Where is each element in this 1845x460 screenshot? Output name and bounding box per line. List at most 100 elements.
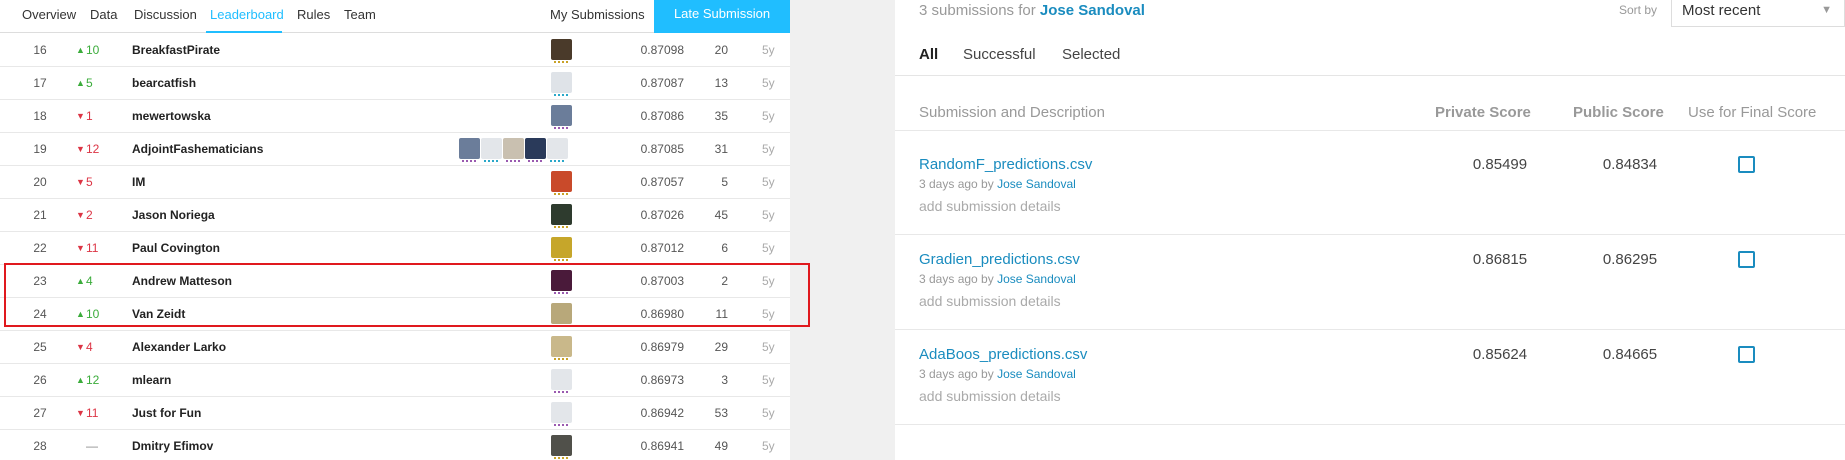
team-name[interactable]: mewertowska	[132, 109, 211, 123]
leaderboard-row[interactable]: 17 ▲ 5 bearcatfish 0.87087 13 5y	[0, 67, 790, 100]
col-public-score: Public Score	[1573, 104, 1664, 121]
avatar[interactable]	[459, 138, 480, 159]
final-score-checkbox[interactable]	[1738, 156, 1755, 173]
tier-dots	[554, 61, 568, 64]
add-details-link[interactable]: add submission details	[919, 293, 1061, 309]
team-name[interactable]: mlearn	[132, 373, 171, 387]
leaderboard-row[interactable]: 18 ▼ 1 mewertowska 0.87086 35 5y	[0, 100, 790, 133]
tier-dots	[554, 424, 568, 427]
arrow-down-icon: ▼	[76, 111, 85, 121]
leaderboard-row[interactable]: 22 ▼ 11 Paul Covington 0.87012 6 5y	[0, 232, 790, 265]
submission-file-link[interactable]: Gradien_predictions.csv	[919, 251, 1080, 268]
competition-tabs: Overview Data Discussion Leaderboard Rul…	[0, 0, 790, 33]
leaderboard-row[interactable]: 21 ▼ 2 Jason Noriega 0.87026 45 5y	[0, 199, 790, 232]
entries: 6	[721, 241, 728, 255]
last-submission: 5y	[762, 439, 775, 453]
add-details-link[interactable]: add submission details	[919, 388, 1061, 404]
submission-file-link[interactable]: AdaBoos_predictions.csv	[919, 346, 1087, 363]
col-private-score: Private Score	[1435, 104, 1531, 121]
my-submissions-link[interactable]: My Submissions	[550, 7, 645, 22]
team-name[interactable]: Alexander Larko	[132, 340, 226, 354]
avatar[interactable]	[551, 402, 572, 423]
team-name[interactable]: BreakfastPirate	[132, 43, 220, 57]
tab-overview[interactable]: Overview	[22, 7, 76, 22]
filter-selected[interactable]: Selected	[1062, 46, 1120, 63]
leaderboard-row[interactable]: 19 ▼ 12 AdjointFashematicians 0.87085 31 5y	[0, 133, 790, 166]
tab-leaderboard[interactable]: Leaderboard	[210, 7, 284, 22]
avatar[interactable]	[551, 204, 572, 225]
add-details-link[interactable]: add submission details	[919, 198, 1061, 214]
last-submission: 5y	[762, 43, 775, 57]
submission-author-link[interactable]: Jose Sandoval	[997, 177, 1076, 191]
col-description: Submission and Description	[919, 104, 1105, 121]
submission-meta: 3 days ago by Jose Sandoval	[919, 272, 1076, 286]
tab-data[interactable]: Data	[90, 7, 117, 22]
tab-discussion[interactable]: Discussion	[134, 7, 197, 22]
arrow-down-icon: ▼	[76, 342, 85, 352]
leaderboard-row[interactable]: 27 ▼ 11 Just for Fun 0.86942 53 5y	[0, 397, 790, 430]
entries: 45	[714, 208, 728, 222]
submission-author-link[interactable]: Jose Sandoval	[997, 367, 1076, 381]
score: 0.87085	[640, 142, 684, 156]
tab-rules[interactable]: Rules	[297, 7, 330, 22]
submissions-user-link[interactable]: Jose Sandoval	[1040, 2, 1145, 19]
avatar[interactable]	[481, 138, 502, 159]
avatar[interactable]	[547, 138, 568, 159]
avatar[interactable]	[551, 171, 572, 192]
submission-file-link[interactable]: RandomF_predictions.csv	[919, 156, 1092, 173]
team-name[interactable]: Paul Covington	[132, 241, 220, 255]
arrow-up-icon: ▲	[76, 375, 85, 385]
filter-successful[interactable]: Successful	[963, 46, 1036, 63]
final-score-checkbox[interactable]	[1738, 346, 1755, 363]
submission-meta: 3 days ago by Jose Sandoval	[919, 367, 1076, 381]
rank-change: 5	[86, 76, 93, 90]
team-name[interactable]: Dmitry Efimov	[132, 439, 213, 453]
arrow-up-icon: ▲	[76, 78, 85, 88]
team-name[interactable]: Just for Fun	[132, 406, 201, 420]
entries: 31	[714, 142, 728, 156]
submission-author-link[interactable]: Jose Sandoval	[997, 272, 1076, 286]
avatar[interactable]	[551, 369, 572, 390]
submission-time: 3 days ago by	[919, 367, 994, 381]
avatar[interactable]	[551, 237, 572, 258]
submission-time: 3 days ago by	[919, 177, 994, 191]
late-submission-button[interactable]: Late Submission	[654, 0, 790, 33]
entries: 35	[714, 109, 728, 123]
sort-dropdown[interactable]: Most recent ▼	[1671, 0, 1845, 27]
avatar[interactable]	[551, 435, 572, 456]
leaderboard-row[interactable]: 16 ▲ 10 BreakfastPirate 0.87098 20 5y	[0, 34, 790, 67]
chevron-down-icon: ▼	[1821, 4, 1832, 16]
team-name[interactable]: Jason Noriega	[132, 208, 215, 222]
avatar[interactable]	[551, 39, 572, 60]
avatar[interactable]	[525, 138, 546, 159]
score: 0.86979	[640, 340, 684, 354]
final-score-checkbox[interactable]	[1738, 251, 1755, 268]
avatar[interactable]	[551, 105, 572, 126]
last-submission: 5y	[762, 76, 775, 90]
score: 0.86973	[640, 373, 684, 387]
leaderboard-row[interactable]: 28 — Dmitry Efimov 0.86941 49 5y	[0, 430, 790, 460]
tab-team[interactable]: Team	[344, 7, 376, 22]
last-submission: 5y	[762, 406, 775, 420]
rank: 26	[33, 373, 47, 387]
col-final-score: Use for Final Score	[1688, 104, 1817, 121]
tier-dots	[554, 391, 568, 394]
team-name[interactable]: bearcatfish	[132, 76, 196, 90]
rank-change: 12	[86, 373, 100, 387]
leaderboard-row[interactable]: 26 ▲ 12 mlearn 0.86973 3 5y	[0, 364, 790, 397]
team-name[interactable]: IM	[132, 175, 145, 189]
avatar[interactable]	[551, 336, 572, 357]
leaderboard-row[interactable]: 20 ▼ 5 IM 0.87057 5 5y	[0, 166, 790, 199]
leaderboard-row[interactable]: 25 ▼ 4 Alexander Larko 0.86979 29 5y	[0, 331, 790, 364]
avatar[interactable]	[551, 72, 572, 93]
filter-all[interactable]: All	[919, 46, 938, 63]
last-submission: 5y	[762, 208, 775, 222]
score: 0.87086	[640, 109, 684, 123]
public-score: 0.84665	[1602, 346, 1658, 363]
arrow-down-icon: ▼	[76, 144, 85, 154]
rank-change: 10	[86, 43, 100, 57]
avatar[interactable]	[503, 138, 524, 159]
team-name[interactable]: AdjointFashematicians	[132, 142, 263, 156]
score: 0.87026	[640, 208, 684, 222]
rank: 16	[33, 43, 47, 57]
